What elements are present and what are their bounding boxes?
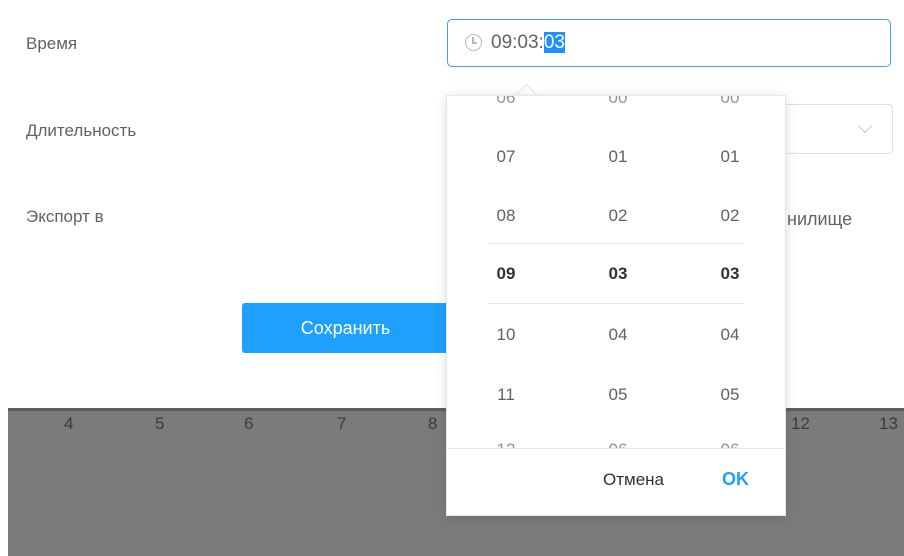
hour-option[interactable]: 08 (450, 206, 562, 226)
minute-option[interactable]: 04 (562, 325, 674, 345)
time-picker-popover: 06 07 08 09 10 11 12 00 01 02 03 04 05 0… (446, 95, 786, 516)
second-option[interactable]: 05 (674, 385, 785, 405)
hour-option-selected[interactable]: 09 (450, 264, 562, 284)
second-option[interactable]: 01 (674, 147, 785, 167)
time-value[interactable]: 09:03:03 (491, 32, 565, 54)
second-option-selected[interactable]: 03 (674, 264, 785, 284)
second-option[interactable]: 06 (674, 440, 785, 448)
minute-option[interactable]: 06 (562, 440, 674, 448)
hour-option[interactable]: 10 (450, 325, 562, 345)
export-storage-option[interactable]: нилище (787, 209, 852, 230)
timeline-tick: 5 (155, 414, 165, 433)
hour-option[interactable]: 07 (450, 147, 562, 167)
cancel-button[interactable]: Отмена (603, 470, 664, 490)
timeline-tick: 12 (791, 414, 810, 433)
minute-option[interactable]: 00 (562, 96, 674, 108)
timeline-tick: 8 (428, 414, 438, 433)
time-seconds-selection: 03 (543, 32, 565, 53)
duration-select[interactable] (783, 104, 893, 154)
second-option[interactable]: 02 (674, 206, 785, 226)
clock-icon (465, 34, 482, 51)
hour-option[interactable]: 11 (450, 385, 562, 405)
minutes-column[interactable]: 00 01 02 03 04 05 06 (562, 96, 674, 448)
time-spinner: 06 07 08 09 10 11 12 00 01 02 03 04 05 0… (447, 96, 785, 448)
export-label: Экспорт в (26, 207, 104, 226)
time-label: Время (26, 34, 78, 53)
time-input[interactable]: 09:03:03 (447, 19, 891, 67)
timeline-tick: 7 (337, 414, 347, 433)
hour-option[interactable]: 06 (450, 96, 562, 108)
hours-column[interactable]: 06 07 08 09 10 11 12 (450, 96, 562, 448)
picker-footer: Отмена OK (447, 448, 785, 515)
second-option[interactable]: 04 (674, 325, 785, 345)
timeline-tick: 13 (879, 414, 898, 433)
timeline-tick: 4 (64, 414, 74, 433)
minute-option-selected[interactable]: 03 (562, 264, 674, 284)
duration-label: Длительность (26, 121, 137, 140)
save-button[interactable]: Сохранить (242, 303, 449, 353)
ok-button[interactable]: OK (722, 469, 749, 490)
time-value-prefix: 09:03: (491, 32, 544, 53)
minute-option[interactable]: 01 (562, 147, 674, 167)
seconds-column[interactable]: 00 01 02 03 04 05 06 (674, 96, 785, 448)
chevron-down-icon (857, 118, 873, 134)
hour-option[interactable]: 12 (450, 440, 562, 448)
timeline-tick: 6 (244, 414, 254, 433)
minute-option[interactable]: 05 (562, 385, 674, 405)
minute-option[interactable]: 02 (562, 206, 674, 226)
second-option[interactable]: 00 (674, 96, 785, 108)
